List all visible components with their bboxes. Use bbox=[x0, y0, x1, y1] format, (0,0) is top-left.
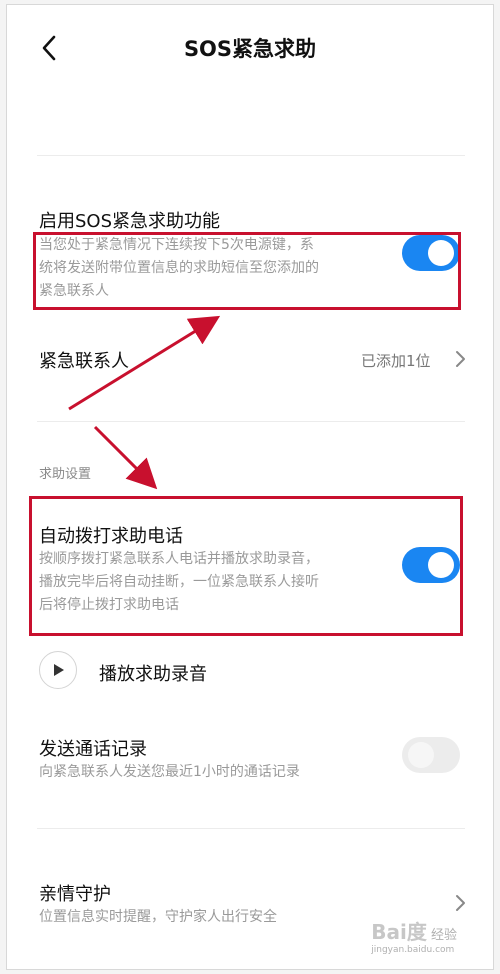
watermark-logo: Bai度 bbox=[371, 920, 427, 944]
watermark-url: jingyan.baidu.com bbox=[371, 945, 455, 955]
watermark-text: 经验 bbox=[430, 928, 457, 943]
annotation-arrow bbox=[93, 425, 158, 490]
annotation-arrows bbox=[68, 315, 221, 490]
watermark: Bai度 经验 jingyan.baidu.com bbox=[371, 916, 457, 955]
annotation-arrow bbox=[68, 315, 221, 411]
screen: SOS紧急求助 启用SOS紧急求助功能 当您处于紧急情况下连续按下5次电源键，系… bbox=[6, 4, 494, 970]
